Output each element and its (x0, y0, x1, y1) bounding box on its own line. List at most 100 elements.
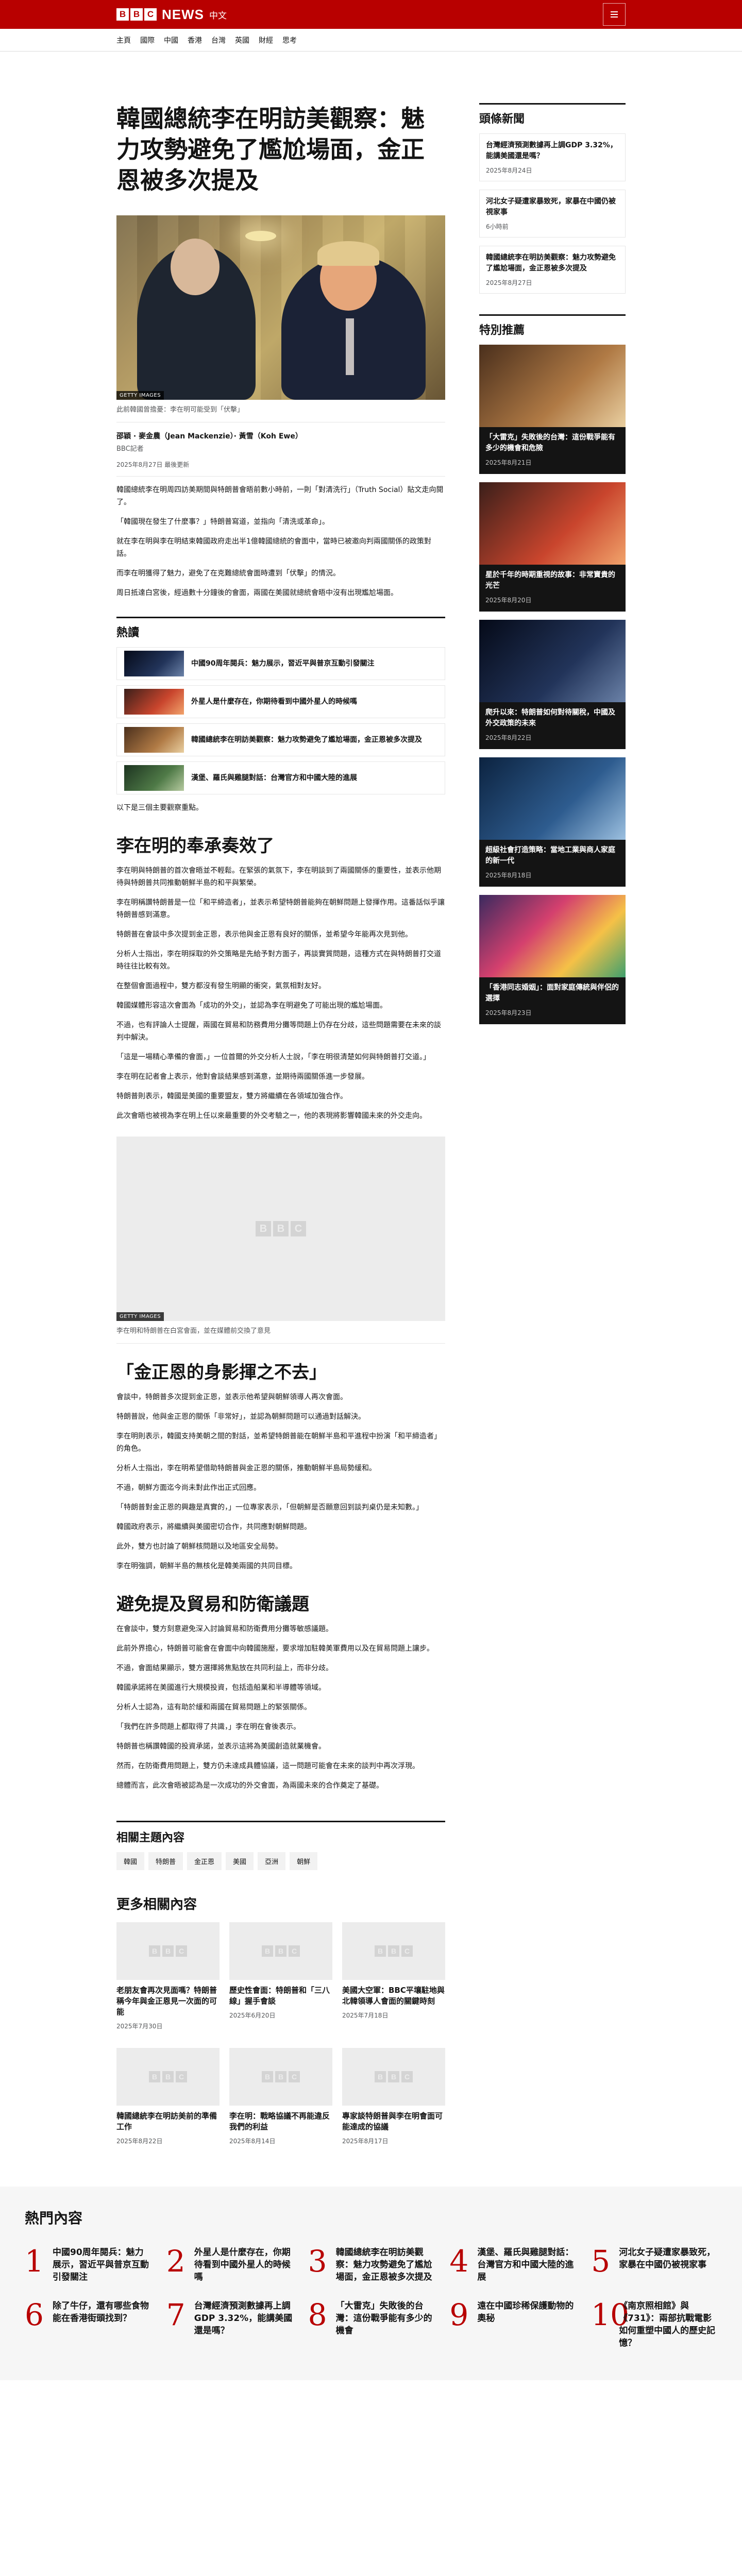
byline: 邵穎 · 麥金農（Jean Mackenzie）· 黃雪（Koh Ewe） BB… (116, 431, 445, 453)
article-date: 2025年8月27日 最後更新 (116, 460, 445, 477)
nav-item-thinking[interactable]: 思考 (282, 35, 297, 45)
popular-item[interactable]: 中國90周年閱兵：魅力展示，習近平與普京互動引發關注 (116, 647, 445, 680)
story-card[interactable]: BBC 老朋友會再次見面嗎？特朗普稱今年與金正恩見一次面的可能 2025年7月3… (116, 1922, 220, 2030)
most-read-rank: 8 (308, 2297, 327, 2332)
featured-image (479, 482, 626, 565)
story-card-date: 2025年6月20日 (229, 2012, 276, 2019)
most-read-title-text: 遠在中國珍稀保護動物的奧秘 (477, 2301, 574, 2324)
most-read-item[interactable]: 1 中國90周年閱兵：魅力展示，習近平與普京互動引發關注 (25, 2246, 151, 2283)
most-read-rank: 2 (166, 2244, 185, 2279)
bbc-blocks: B B C (116, 8, 157, 21)
most-read-item[interactable]: 5 河北女子疑遭家暴致死，家暴在中國仍被視家事 (591, 2246, 717, 2283)
most-read-title-text: 漢堡、羅氏與雞腿對話：台灣官方和中國大陸的進展 (477, 2247, 574, 2282)
most-read-rank: 9 (449, 2297, 469, 2332)
featured-item[interactable]: 爬升以來：特朗普如何對待關稅，中國及外交政策的未來 2025年8月22日 (479, 620, 626, 749)
story-card[interactable]: BBC 李在明：戰略協議不再能違反我們的利益 2025年8月14日 (229, 2048, 332, 2145)
nav-item-home[interactable]: 主頁 (116, 35, 131, 45)
featured-item-date: 2025年8月21日 (485, 459, 532, 466)
top-story-item[interactable]: 台灣經濟預測數據再上調GDP 3.32%，能講美國還是嗎？ 2025年8月24日 (479, 133, 626, 181)
featured-item[interactable]: 超級社會打造策略：當地工業與商人家庭的新一代 2025年8月18日 (479, 757, 626, 887)
most-read-item[interactable]: 4 漢堡、羅氏與雞腿對話：台灣官方和中國大陸的進展 (449, 2246, 576, 2283)
story-card-title: 老朋友會再次見面嗎？特朗普稱今年與金正恩見一次面的可能 (116, 1986, 217, 2016)
story-card[interactable]: BBC 專家談特朗普與李在明會面可能達成的協議 2025年8月17日 (342, 2048, 445, 2145)
topic-tag[interactable]: 亞洲 (258, 1852, 286, 1870)
topic-tag[interactable]: 韓國 (116, 1852, 145, 1870)
most-read-item[interactable]: 9 遠在中國珍稀保護動物的奧秘 (449, 2300, 576, 2349)
article-paragraph: 特朗普則表示，韓國是美國的重要盟友，雙方將繼續在各領域加強合作。 (116, 1092, 347, 1100)
article-paragraph: 不過，朝鮮方面迄今尚未對此作出正式回應。 (116, 1484, 261, 1492)
menu-button[interactable] (603, 3, 626, 26)
section-heading: 李在明的奉承奏效了 (116, 836, 274, 856)
topic-tag[interactable]: 金正恩 (187, 1852, 222, 1870)
most-read-item[interactable]: 2 外星人是什麼存在，你期待看到中國外星人的時候嗎 (166, 2246, 293, 2283)
article-paragraph: 周日抵達白宮後，經過數十分鐘後的會面，兩國在美國就總統會晤中沒有出現尷尬場面。 (116, 589, 398, 597)
story-card-image: BBC (116, 1922, 220, 1980)
featured-item[interactable]: 「大雷克」失敗後的台灣：這份戰爭能有多少的機會和危險 2025年8月21日 (479, 345, 626, 474)
popular-thumbnail (124, 765, 184, 791)
top-story-item[interactable]: 河北女子疑遭家暴致死，家暴在中國仍被視家事 6小時前 (479, 190, 626, 238)
byline-name: 邵穎 · 麥金農（Jean Mackenzie）· 黃雪（Koh Ewe） (116, 432, 302, 440)
more-content: 更多相關內容 BBC 老朋友會再次見面嗎？特朗普稱今年與金正恩見一次面的可能 2… (116, 1894, 445, 2145)
nav-item-uk[interactable]: 英國 (235, 35, 249, 45)
pull-quote-text: 「金正恩的身影揮之不去」 (116, 1362, 327, 1383)
sidebar: 頭條新聞 台灣經濟預測數據再上調GDP 3.32%，能講美國還是嗎？ 2025年… (479, 103, 626, 2145)
topic-tags: 韓國 特朗普 金正恩 美國 亞洲 朝鮮 (116, 1852, 445, 1870)
topic-tag[interactable]: 朝鮮 (290, 1852, 318, 1870)
most-read-item[interactable]: 10 《南京照相館》與《731》：兩部抗戰電影如何重塑中國人的歷史記憶？ (591, 2300, 717, 2349)
page-body: 韓國總統李在明訪美觀察：魅力攻勢避免了尷尬場面，金正恩被多次提及 GETTY I… (116, 52, 626, 2145)
bbc-block: B (116, 8, 129, 21)
article-paragraph: 而李在明獲得了魅力，避免了在克難總統會面時遭到「伏擊」的情況。 (116, 569, 340, 578)
story-card-title: 李在明：戰略協議不再能違反我們的利益 (229, 2111, 330, 2131)
story-card-date: 2025年8月14日 (229, 2138, 276, 2145)
article-paragraph: 總體而言，此次會晤被認為是一次成功的外交會面，為兩國未來的合作奠定了基礎。 (116, 1782, 383, 1790)
top-story-date: 2025年8月24日 (486, 167, 532, 174)
story-card-date: 2025年8月22日 (116, 2138, 163, 2145)
nav-item-business[interactable]: 財經 (259, 35, 273, 45)
nav-item-taiwan[interactable]: 台灣 (211, 35, 226, 45)
story-card-date: 2025年8月17日 (342, 2138, 389, 2145)
nav-item-china[interactable]: 中國 (164, 35, 178, 45)
story-card[interactable]: BBC 美國大空軍：BBC平壤駐地與北韓領導人會面的關鍵時刻 2025年7月18… (342, 1922, 445, 2030)
topic-tag[interactable]: 特朗普 (148, 1852, 183, 1870)
story-card-image: BBC (342, 2048, 445, 2106)
article-paragraph: 就在李在明與李在明結束韓國政府走出半1億韓國總統的會面中，當時已被邀向判兩國關係… (116, 537, 431, 558)
image-credit: GETTY IMAGES (116, 1312, 164, 1321)
most-read-item[interactable]: 6 除了牛仔，還有哪些食物能在香港街頭找到？ (25, 2300, 151, 2349)
featured-item[interactable]: 星於千年的時期重視的故事：非常寶貴的光芒 2025年8月20日 (479, 482, 626, 612)
article: 韓國總統李在明訪美觀察：魅力攻勢避免了尷尬場面，金正恩被多次提及 GETTY I… (116, 103, 445, 2145)
hero-image: GETTY IMAGES (116, 215, 445, 400)
popular-item[interactable]: 外星人是什麼存在，你期待看到中國外星人的時候嗎 (116, 685, 445, 718)
most-read-title-text: 《南京照相館》與《731》：兩部抗戰電影如何重塑中國人的歷史記憶？ (619, 2301, 716, 2348)
story-card[interactable]: BBC 韓國總統李在明訪美前的準備工作 2025年8月22日 (116, 2048, 220, 2145)
featured-item[interactable]: 「香港同志婚姻」：面對家庭傳統與伴侶的選擇 2025年8月23日 (479, 895, 626, 1024)
article-paragraph: 「這是一場精心準備的會面，」一位首爾的外交分析人士說，「李在明很清楚如何與特朗普… (116, 1053, 430, 1061)
article-paragraph: 韓國承諾將在美國進行大規模投資，包括造船業和半導體等領域。 (116, 1684, 326, 1692)
top-story-title: 韓國總統李在明訪美觀察：魅力攻勢避免了尷尬場面，金正恩被多次提及 (486, 253, 616, 273)
article-paragraph: 此前外界擔心，特朗普可能會在會面中向韓國施壓，要求增加駐韓美軍費用以及在貿易問題… (116, 1645, 434, 1653)
article-paragraph: 李在明則表示，韓國支持美朝之間的對話，並希望特朗普能在朝鮮半島和平進程中扮演「和… (116, 1432, 441, 1453)
most-read-rank: 4 (449, 2244, 469, 2279)
top-story-date: 6小時前 (486, 223, 509, 230)
hamburger-icon (611, 11, 618, 18)
nav-item-hongkong[interactable]: 香港 (188, 35, 202, 45)
story-card-title: 韓國總統李在明訪美前的準備工作 (116, 2111, 217, 2131)
popular-item-title: 外星人是什麼存在，你期待看到中國外星人的時候嗎 (191, 698, 357, 706)
story-card-title: 專家談特朗普與李在明會面可能達成的協議 (342, 2111, 443, 2131)
article-paragraph: 特朗普也稱讚韓國的投資承諾，並表示這將為美國創造就業機會。 (116, 1742, 326, 1751)
story-card[interactable]: BBC 歷史性會面：特朗普和「三八線」握手會談 2025年6月20日 (229, 1922, 332, 2030)
top-story-item[interactable]: 韓國總統李在明訪美觀察：魅力攻勢避免了尷尬場面，金正恩被多次提及 2025年8月… (479, 246, 626, 294)
bbc-block: B (130, 8, 143, 21)
most-read: 熱門內容 1 中國90周年閱兵：魅力展示，習近平與普京互動引發關注 2 外星人是什麼… (0, 2187, 742, 2380)
most-read-item[interactable]: 3 韓國總統李在明訪美觀察：魅力攻勢避免了尷尬場面，金正恩被多次提及 (308, 2246, 434, 2283)
topic-tag[interactable]: 美國 (226, 1852, 254, 1870)
article-paragraph: 分析人士認為，這有助於緩和兩國在貿易問題上的緊張關係。 (116, 1703, 311, 1711)
popular-item[interactable]: 漢堡、羅氏與雞腿對話：台灣官方和中國大陸的進展 (116, 761, 445, 794)
nav-item-world[interactable]: 國際 (140, 35, 155, 45)
most-read-item[interactable]: 7 台灣經濟預測數據再上調GDP 3.32%，能講美國還是嗎？ (166, 2300, 293, 2349)
popular-box: 熱讀 中國90周年閱兵：魅力展示，習近平與普京互動引發關注 外星人是什麼存在，你… (116, 617, 445, 794)
story-card-image: BBC (116, 2048, 220, 2106)
popular-item-title: 中國90周年閱兵：魅力展示，習近平與普京互動引發關注 (191, 659, 375, 668)
popular-item[interactable]: 韓國總統李在明訪美觀察：魅力攻勢避免了尷尬場面，金正恩被多次提及 (116, 723, 445, 756)
most-read-item[interactable]: 8 「大雷克」失敗後的台灣：這份戰爭能有多少的機會 (308, 2300, 434, 2349)
bbc-news-logo[interactable]: B B C NEWS 中文 (116, 7, 227, 23)
